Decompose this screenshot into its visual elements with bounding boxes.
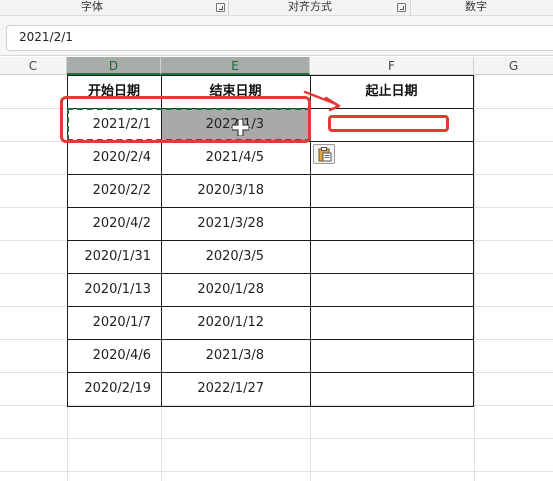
paste-options-icon bbox=[318, 147, 332, 162]
cell-cross-cursor-icon bbox=[232, 119, 249, 136]
annotation-arrow bbox=[303, 90, 341, 112]
paste-options-button[interactable] bbox=[313, 144, 335, 164]
